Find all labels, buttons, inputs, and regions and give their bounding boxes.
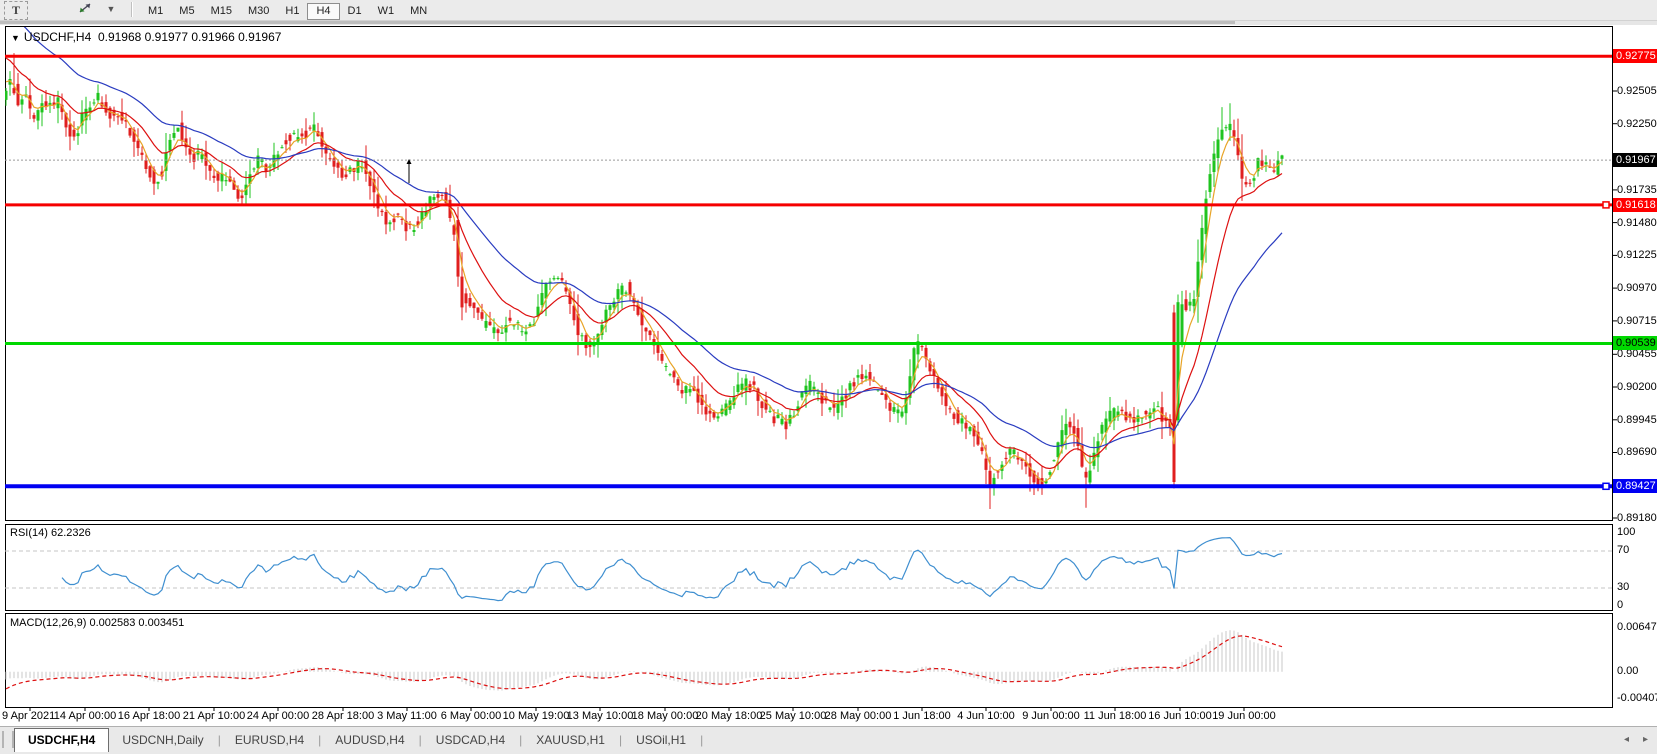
tab-scroll-right-button[interactable]: ▸ xyxy=(1643,734,1648,745)
rsi-axis-label: 100 xyxy=(1617,526,1657,538)
time-label: 11 Jun 18:00 xyxy=(1084,710,1147,722)
price-tick: 0.91225 xyxy=(1617,249,1657,261)
price-tick: 0.92250 xyxy=(1617,118,1657,130)
timeframe-button-m15[interactable]: M15 xyxy=(203,3,240,20)
timeframe-button-m5[interactable]: M5 xyxy=(171,3,202,20)
price-tick: 0.90970 xyxy=(1617,282,1657,294)
time-label: 9 Jun 00:00 xyxy=(1022,710,1080,722)
price-marker-red: 0.91618 xyxy=(1613,198,1657,212)
toolbar-separator xyxy=(131,2,133,17)
timeframe-button-m1[interactable]: M1 xyxy=(140,3,171,20)
time-label: 9 Apr 2021 xyxy=(2,710,55,722)
tab-separator: | xyxy=(699,733,704,747)
price-tick: 0.91735 xyxy=(1617,184,1657,196)
mt4-window: T ▼ M1M5M15M30H1H4D1W1MN ▼ USDCHF,H4 0.91… xyxy=(0,0,1657,754)
time-label: 28 Apr 18:00 xyxy=(312,710,374,722)
timeframe-button-mn[interactable]: MN xyxy=(402,3,435,20)
rsi-axis-label: 0 xyxy=(1617,599,1657,611)
symbol-label: USDCHF,H4 xyxy=(24,30,91,44)
time-label: 19 Jun 00:00 xyxy=(1212,710,1276,722)
tab-xauusd-h1[interactable]: XAUUSD,H1 xyxy=(523,730,618,750)
rsi-panel[interactable] xyxy=(5,524,1613,611)
arrows-icon xyxy=(77,1,93,15)
timeframe-button-h4[interactable]: H4 xyxy=(307,3,339,20)
rsi-axis-label: 30 xyxy=(1617,581,1657,593)
ohlc-values: 0.91968 0.91977 0.91966 0.91967 xyxy=(98,30,282,44)
chart-tab-bar: USDCHF,H4USDCNH,Daily|EURUSD,H4|AUDUSD,H… xyxy=(0,726,1657,754)
macd-panel[interactable] xyxy=(5,613,1613,708)
rsi-axis-label: 70 xyxy=(1617,544,1657,556)
time-label: 10 May 19:00 xyxy=(503,710,570,722)
scrollbar-thumb[interactable] xyxy=(0,21,1235,24)
tabbar-grip xyxy=(2,731,14,748)
timeframe-button-w1[interactable]: W1 xyxy=(370,3,403,20)
macd-label: MACD(12,26,9) 0.002583 0.003451 xyxy=(10,617,184,629)
chart-symbol-header: ▼ USDCHF,H4 0.91968 0.91977 0.91966 0.919… xyxy=(11,30,281,44)
text-tool-button[interactable]: T xyxy=(4,1,28,20)
tab-eurusd-h4[interactable]: EURUSD,H4 xyxy=(222,730,317,750)
time-label: 16 Apr 18:00 xyxy=(118,710,180,722)
price-tick: 0.89945 xyxy=(1617,414,1657,426)
tab-usdcad-h4[interactable]: USDCAD,H4 xyxy=(423,730,518,750)
price-tick: 0.89180 xyxy=(1617,512,1657,524)
macd-axis-label: 0.00 xyxy=(1617,665,1657,677)
price-marker-red: 0.92775 xyxy=(1613,49,1657,63)
crosshair-arrows-icon[interactable] xyxy=(70,1,100,18)
toolbar: T ▼ M1M5M15M30H1H4D1W1MN xyxy=(0,0,1657,21)
time-label: 28 May 00:00 xyxy=(825,710,892,722)
time-label: 16 Jun 10:00 xyxy=(1148,710,1212,722)
time-label: 24 Apr 00:00 xyxy=(247,710,309,722)
time-label: 21 Apr 10:00 xyxy=(183,710,245,722)
price-tick: 0.90715 xyxy=(1617,315,1657,327)
price-tick: 0.92505 xyxy=(1617,85,1657,97)
price-tick: 0.91480 xyxy=(1617,217,1657,229)
timeframe-button-h1[interactable]: H1 xyxy=(277,3,307,20)
collapse-icon[interactable]: ▼ xyxy=(11,33,20,43)
tab-usdcnh-daily[interactable]: USDCNH,Daily xyxy=(109,730,216,750)
price-tick: 0.90200 xyxy=(1617,381,1657,393)
time-label: 4 Jun 10:00 xyxy=(957,710,1015,722)
macd-axis-label: -0.004073 xyxy=(1617,692,1657,704)
time-label: 1 Jun 18:00 xyxy=(893,710,951,722)
price-tick: 0.89690 xyxy=(1617,446,1657,458)
tool-dropdown-icon[interactable]: ▼ xyxy=(104,1,118,18)
time-label: 13 May 10:00 xyxy=(567,710,634,722)
time-label: 14 Apr 00:00 xyxy=(54,710,116,722)
chart-tabs: USDCHF,H4USDCNH,Daily|EURUSD,H4|AUDUSD,H… xyxy=(14,727,704,752)
time-label: 25 May 10:00 xyxy=(760,710,827,722)
tab-audusd-h4[interactable]: AUDUSD,H4 xyxy=(322,730,417,750)
tab-usoil-h1[interactable]: USOil,H1 xyxy=(623,730,699,750)
price-marker-black: 0.91967 xyxy=(1613,153,1657,167)
rsi-label: RSI(14) 62.2326 xyxy=(10,527,91,539)
macd-axis-label: 0.006477 xyxy=(1617,621,1657,633)
timeframe-button-d1[interactable]: D1 xyxy=(340,3,370,20)
price-marker-blue: 0.89427 xyxy=(1613,479,1657,493)
time-label: 18 May 00:00 xyxy=(632,710,699,722)
time-label: 20 May 18:00 xyxy=(696,710,763,722)
time-label: 6 May 00:00 xyxy=(441,710,502,722)
price-marker-green: 0.90539 xyxy=(1613,336,1657,350)
timeframe-button-m30[interactable]: M30 xyxy=(240,3,277,20)
tab-scroll-left-button[interactable]: ◂ xyxy=(1624,734,1629,745)
tab-usdchf-h4[interactable]: USDCHF,H4 xyxy=(14,728,109,752)
price-chart-panel[interactable] xyxy=(5,26,1613,521)
timeframe-buttons: M1M5M15M30H1H4D1W1MN xyxy=(140,1,435,20)
time-label: 3 May 11:00 xyxy=(377,710,437,722)
